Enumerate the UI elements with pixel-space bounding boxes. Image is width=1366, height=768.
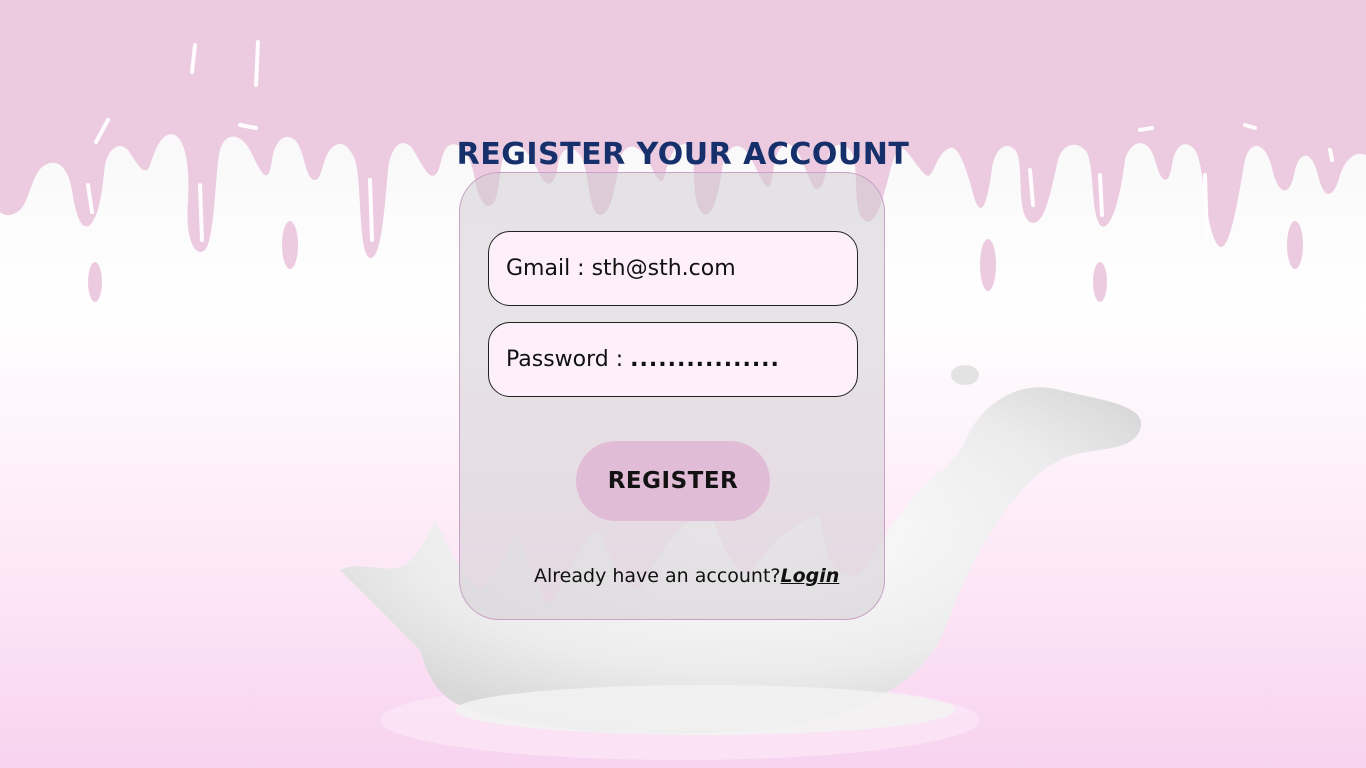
password-label: Password :	[506, 347, 624, 372]
email-field[interactable]: Gmail : sth@sth.com	[488, 231, 858, 306]
page-title: REGISTER YOUR ACCOUNT	[456, 137, 910, 173]
email-label: Gmail :	[506, 256, 585, 281]
login-prompt-text: Already have an account?	[534, 565, 781, 587]
register-button[interactable]: REGISTER	[576, 441, 770, 521]
login-prompt-line: Already have an account?Login	[534, 565, 854, 587]
email-value: sth@sth.com	[591, 256, 736, 281]
password-field[interactable]: Password : ................	[488, 322, 858, 397]
register-card: Gmail : sth@sth.com Password : .........…	[459, 172, 885, 620]
password-value: ................	[630, 347, 780, 372]
login-link[interactable]: Login	[781, 565, 840, 587]
